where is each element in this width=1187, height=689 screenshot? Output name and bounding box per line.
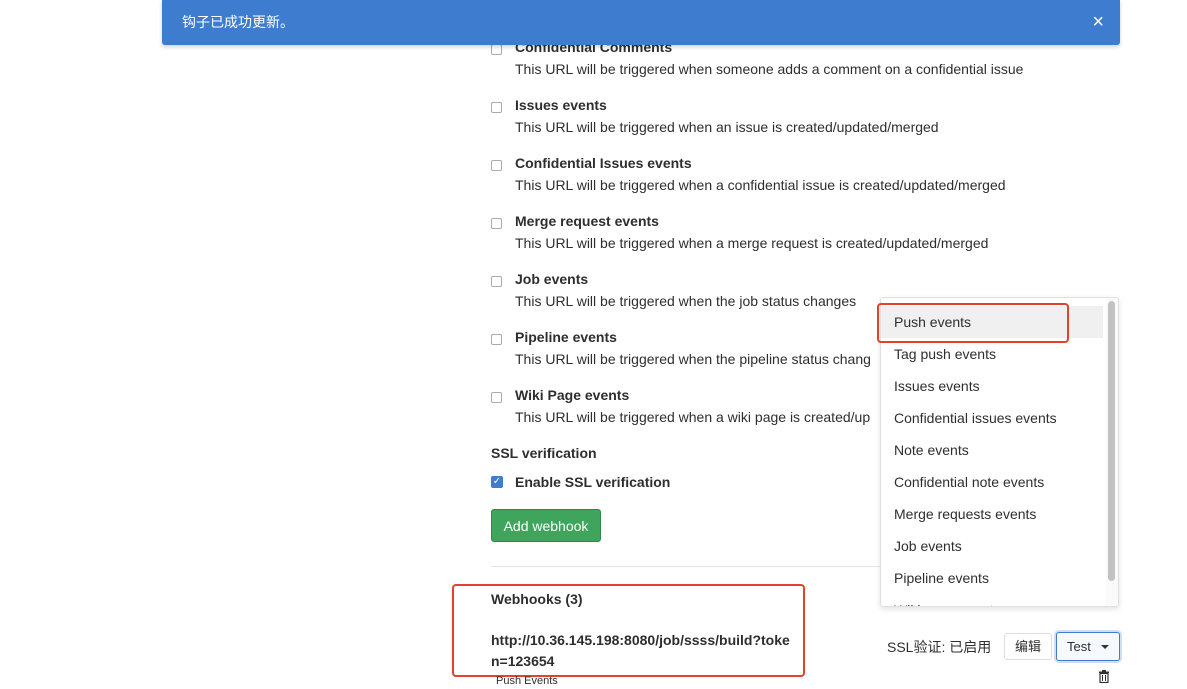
dropdown-item-job-events[interactable]: Job events — [881, 530, 1103, 562]
ssl-checkbox[interactable]: ✓ — [491, 476, 503, 488]
caret-down-icon — [1101, 645, 1109, 649]
dropdown-item-issues-events[interactable]: Issues events — [881, 370, 1103, 402]
test-dropdown-button[interactable]: Test — [1056, 632, 1120, 661]
test-dropdown-menu: Push events Tag push events Issues event… — [880, 297, 1119, 607]
trigger-checkbox[interactable] — [491, 276, 502, 287]
trigger-checkbox[interactable] — [491, 160, 502, 171]
trigger-title: Confidential Issues events — [515, 155, 692, 171]
test-label: Test — [1067, 639, 1091, 654]
add-webhook-button[interactable]: Add webhook — [491, 509, 601, 542]
webhook-url: http://10.36.145.198:8080/job/ssss/build… — [491, 632, 790, 669]
ssl-heading: SSL verification — [491, 445, 597, 461]
trigger-title: Wiki Page events — [515, 387, 630, 403]
trigger-desc: This URL will be triggered when a merge … — [515, 235, 989, 251]
trigger-title: Merge request events — [515, 213, 659, 229]
trigger-checkbox[interactable] — [491, 334, 502, 345]
dropdown-item-confidential-issues-events[interactable]: Confidential issues events — [881, 402, 1103, 434]
divider — [491, 566, 881, 567]
page: 钩子已成功更新。 × Confidential Comments This UR… — [0, 0, 1187, 689]
dropdown-scrollbar[interactable] — [1106, 298, 1118, 606]
trigger-checkbox[interactable] — [491, 102, 502, 113]
trigger-checkbox[interactable] — [491, 44, 502, 55]
ssl-enable-label[interactable]: Enable SSL verification — [515, 474, 670, 490]
dropdown-item-note-events[interactable]: Note events — [881, 434, 1103, 466]
dropdown-item-pipeline-events[interactable]: Pipeline events — [881, 562, 1103, 594]
edit-button[interactable]: 编辑 — [1004, 633, 1052, 660]
trigger-checkbox[interactable] — [491, 218, 502, 229]
close-icon[interactable]: × — [1092, 0, 1104, 45]
webhook-ssl-status: SSL验证: 已启用 — [887, 639, 992, 655]
trigger-title: Job events — [515, 271, 589, 287]
trigger-desc: This URL will be triggered when the job … — [515, 293, 857, 309]
trigger-desc: This URL will be triggered when the pipe… — [515, 351, 871, 367]
webhook-events: Push Events — [496, 675, 558, 687]
highlight-push-events — [877, 303, 1069, 343]
flash-message: 钩子已成功更新。 — [182, 14, 294, 30]
trash-icon[interactable] — [1098, 670, 1110, 683]
trigger-desc: This URL will be triggered when someone … — [515, 61, 1024, 77]
flash-banner: 钩子已成功更新。 × — [162, 0, 1120, 45]
trigger-title: Issues events — [515, 97, 607, 113]
dropdown-item-confidential-note-events[interactable]: Confidential note events — [881, 466, 1103, 498]
dropdown-scroll-thumb[interactable] — [1108, 301, 1115, 581]
webhooks-title: Webhooks (3) — [491, 591, 583, 607]
trigger-title: Pipeline events — [515, 329, 617, 345]
dropdown-item-wiki-page-events[interactable]: Wiki page events — [881, 594, 1103, 606]
trigger-desc: This URL will be triggered when a confid… — [515, 177, 1006, 193]
trigger-desc: This URL will be triggered when a wiki p… — [515, 409, 871, 425]
dropdown-item-merge-requests-events[interactable]: Merge requests events — [881, 498, 1103, 530]
trigger-desc: This URL will be triggered when an issue… — [515, 119, 939, 135]
trigger-checkbox[interactable] — [491, 392, 502, 403]
